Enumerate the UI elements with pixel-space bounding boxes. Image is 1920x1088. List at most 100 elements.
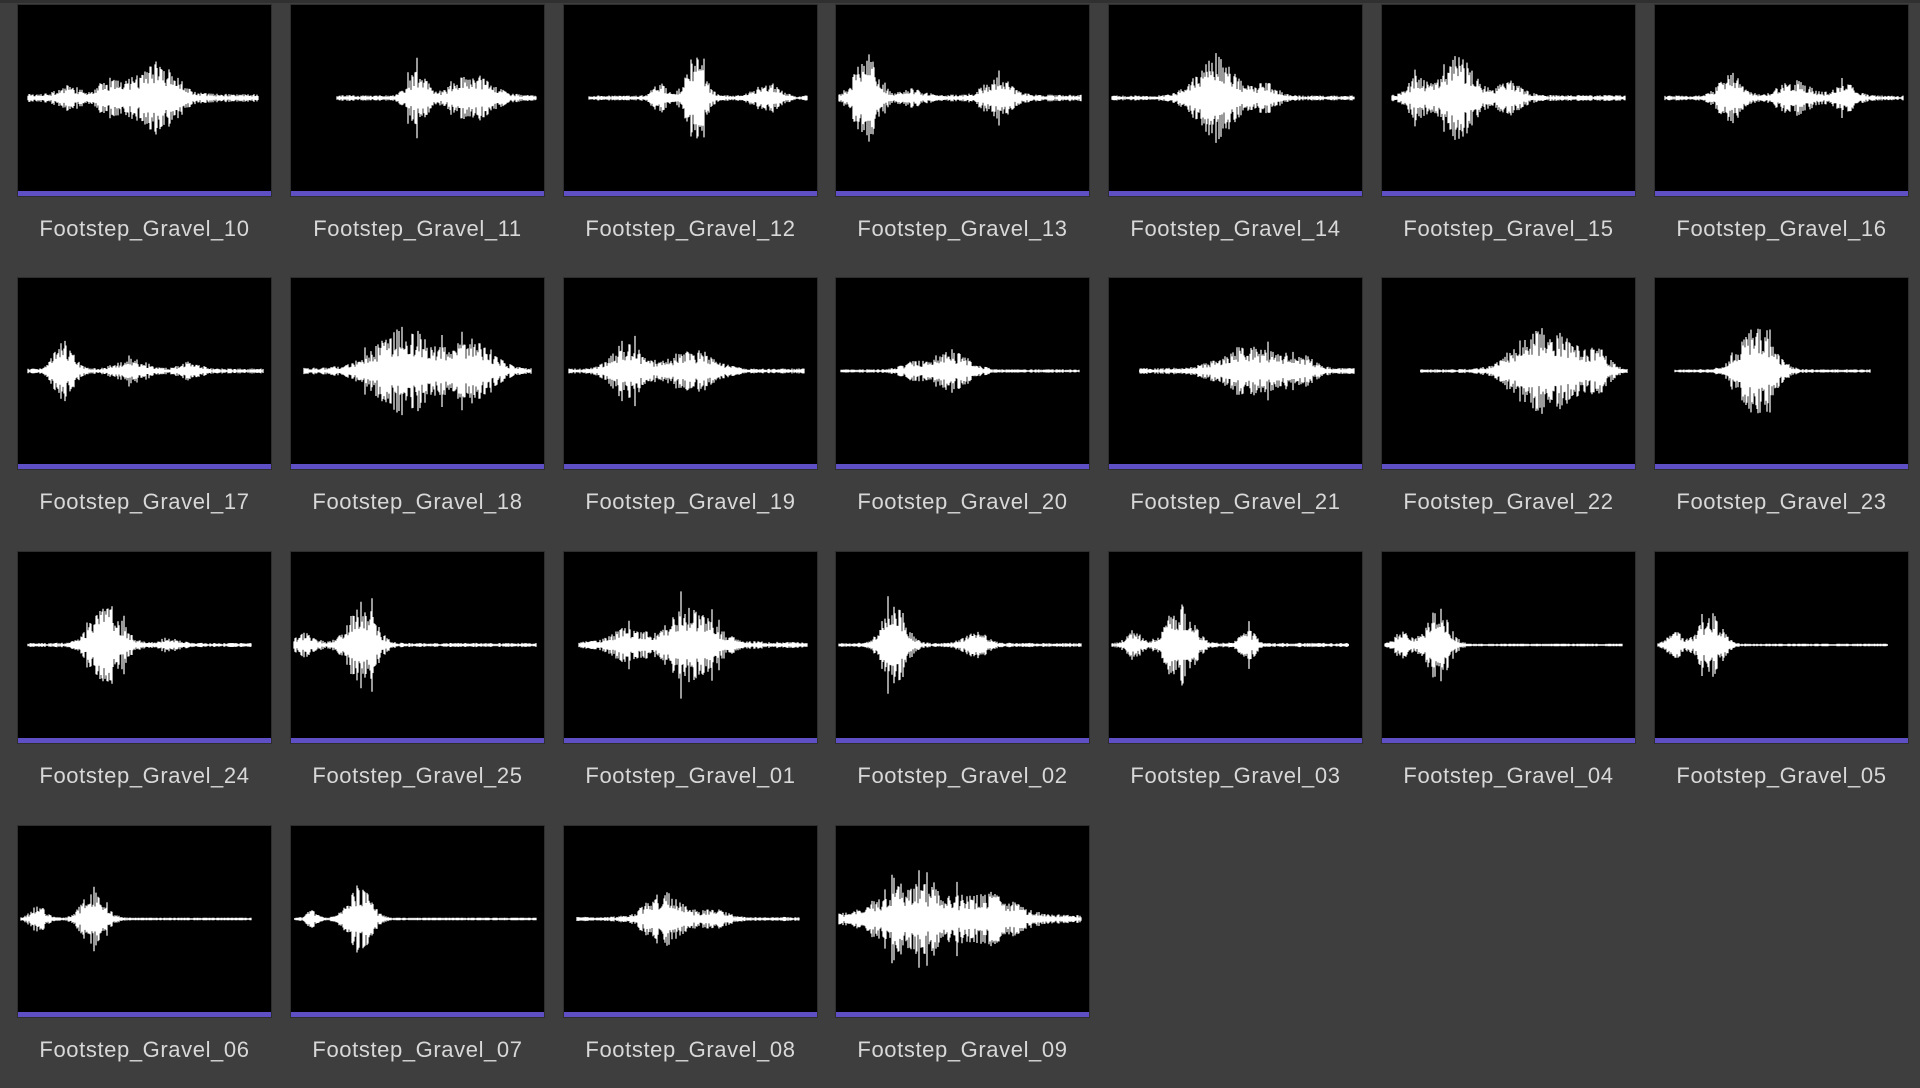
- asset-name-label: Footstep_Gravel_20: [857, 489, 1068, 514]
- waveform-thumbnail[interactable]: [1382, 552, 1635, 743]
- asset-name-label: Footstep_Gravel_07: [312, 1037, 523, 1062]
- waveform-thumbnail[interactable]: [1109, 5, 1362, 196]
- waveform-thumbnail[interactable]: [18, 826, 271, 1017]
- sound-asset-tile[interactable]: Footstep_Gravel_12: [564, 5, 817, 267]
- waveform-thumbnail[interactable]: [564, 552, 817, 743]
- sound-wave-icon: [1139, 341, 1355, 401]
- waveform-thumbnail[interactable]: [836, 5, 1089, 196]
- waveform-thumbnail[interactable]: [564, 826, 817, 1017]
- asset-type-color-bar: [1109, 464, 1362, 469]
- sound-asset-tile[interactable]: Footstep_Gravel_25: [291, 552, 544, 814]
- asset-name-label: Footstep_Gravel_24: [39, 763, 250, 788]
- waveform-thumbnail[interactable]: [291, 278, 544, 469]
- asset-name-label: Footstep_Gravel_19: [585, 489, 796, 514]
- sound-asset-tile[interactable]: Footstep_Gravel_17: [18, 278, 271, 540]
- asset-name-label: Footstep_Gravel_14: [1130, 216, 1341, 241]
- asset-name-label: Footstep_Gravel_12: [585, 216, 796, 241]
- asset-type-color-bar: [564, 1012, 817, 1017]
- waveform-thumbnail[interactable]: [291, 5, 544, 196]
- sound-wave-icon: [27, 61, 259, 135]
- sound-asset-tile[interactable]: Footstep_Gravel_20: [836, 278, 1089, 540]
- asset-name-label: Footstep_Gravel_21: [1130, 489, 1341, 514]
- sound-wave-icon: [1657, 613, 1888, 677]
- sound-asset-tile[interactable]: Footstep_Gravel_08: [564, 826, 817, 1088]
- asset-type-color-bar: [1382, 191, 1635, 196]
- sound-asset-tile[interactable]: Footstep_Gravel_18: [291, 278, 544, 540]
- asset-type-color-bar: [836, 1012, 1089, 1017]
- asset-name-label: Footstep_Gravel_18: [312, 489, 523, 514]
- sound-wave-icon: [1391, 56, 1626, 140]
- asset-name-label: Footstep_Gravel_03: [1130, 763, 1341, 788]
- asset-name-label: Footstep_Gravel_09: [857, 1037, 1068, 1062]
- sound-wave-icon: [578, 591, 808, 699]
- sound-asset-tile[interactable]: Footstep_Gravel_22: [1382, 278, 1635, 540]
- asset-type-color-bar: [1109, 191, 1362, 196]
- waveform-thumbnail[interactable]: [564, 278, 817, 469]
- asset-type-color-bar: [291, 464, 544, 469]
- sound-asset-tile[interactable]: Footstep_Gravel_05: [1655, 552, 1908, 814]
- waveform-thumbnail[interactable]: [1655, 5, 1908, 196]
- asset-type-color-bar: [291, 1012, 544, 1017]
- waveform-thumbnail[interactable]: [1109, 552, 1362, 743]
- sound-asset-tile[interactable]: Footstep_Gravel_19: [564, 278, 817, 540]
- asset-name-label: Footstep_Gravel_15: [1403, 216, 1614, 241]
- asset-type-color-bar: [291, 738, 544, 743]
- sound-wave-icon: [1420, 328, 1628, 414]
- asset-type-color-bar: [1655, 464, 1908, 469]
- waveform-thumbnail[interactable]: [291, 826, 544, 1017]
- waveform-thumbnail[interactable]: [1382, 278, 1635, 469]
- sound-wave-icon: [1111, 53, 1355, 143]
- waveform-thumbnail[interactable]: [1382, 5, 1635, 196]
- waveform-thumbnail[interactable]: [836, 826, 1089, 1017]
- sound-asset-tile[interactable]: Footstep_Gravel_04: [1382, 552, 1635, 814]
- waveform-thumbnail[interactable]: [18, 278, 271, 469]
- sound-wave-icon: [838, 54, 1082, 142]
- waveform-thumbnail[interactable]: [836, 278, 1089, 469]
- sound-asset-tile[interactable]: Footstep_Gravel_07: [291, 826, 544, 1088]
- sound-asset-tile[interactable]: Footstep_Gravel_13: [836, 5, 1089, 267]
- sound-wave-icon: [27, 340, 264, 402]
- panel-top-border: [0, 0, 1920, 3]
- asset-type-color-bar: [1382, 464, 1635, 469]
- waveform-thumbnail[interactable]: [564, 5, 817, 196]
- sound-asset-tile[interactable]: Footstep_Gravel_03: [1109, 552, 1362, 814]
- asset-name-label: Footstep_Gravel_11: [313, 216, 522, 241]
- sound-asset-tile[interactable]: Footstep_Gravel_10: [18, 5, 271, 267]
- sound-asset-tile[interactable]: Footstep_Gravel_16: [1655, 5, 1908, 267]
- waveform-thumbnail[interactable]: [18, 5, 271, 196]
- waveform-thumbnail[interactable]: [1109, 278, 1362, 469]
- sound-wave-icon: [20, 886, 252, 952]
- sound-asset-tile[interactable]: Footstep_Gravel_11: [291, 5, 544, 267]
- waveform-thumbnail[interactable]: [1655, 552, 1908, 743]
- asset-type-color-bar: [291, 191, 544, 196]
- sound-wave-icon: [1384, 608, 1623, 682]
- asset-name-label: Footstep_Gravel_25: [312, 763, 523, 788]
- asset-type-color-bar: [18, 738, 271, 743]
- sound-asset-tile[interactable]: Footstep_Gravel_23: [1655, 278, 1908, 540]
- sound-asset-tile[interactable]: Footstep_Gravel_15: [1382, 5, 1635, 267]
- asset-name-label: Footstep_Gravel_13: [857, 216, 1068, 241]
- sound-asset-tile[interactable]: Footstep_Gravel_06: [18, 826, 271, 1088]
- sound-wave-icon: [293, 598, 537, 692]
- sound-asset-tile[interactable]: Footstep_Gravel_01: [564, 552, 817, 814]
- sound-asset-tile[interactable]: Footstep_Gravel_02: [836, 552, 1089, 814]
- sound-wave-icon: [303, 326, 532, 416]
- sound-wave-icon: [568, 335, 805, 407]
- asset-name-label: Footstep_Gravel_01: [585, 763, 796, 788]
- asset-type-color-bar: [564, 191, 817, 196]
- sound-asset-tile[interactable]: Footstep_Gravel_09: [836, 826, 1089, 1088]
- sound-wave-icon: [576, 892, 800, 946]
- waveform-thumbnail[interactable]: [18, 552, 271, 743]
- sound-wave-icon: [336, 57, 537, 139]
- asset-type-color-bar: [836, 738, 1089, 743]
- sound-asset-tile[interactable]: Footstep_Gravel_24: [18, 552, 271, 814]
- asset-type-color-bar: [836, 464, 1089, 469]
- sound-asset-tile[interactable]: Footstep_Gravel_14: [1109, 5, 1362, 267]
- sound-wave-icon: [840, 349, 1080, 393]
- sound-asset-tile[interactable]: Footstep_Gravel_21: [1109, 278, 1362, 540]
- sound-wave-icon: [838, 870, 1082, 968]
- sound-wave-icon: [1664, 72, 1904, 124]
- waveform-thumbnail[interactable]: [291, 552, 544, 743]
- waveform-thumbnail[interactable]: [1655, 278, 1908, 469]
- waveform-thumbnail[interactable]: [836, 552, 1089, 743]
